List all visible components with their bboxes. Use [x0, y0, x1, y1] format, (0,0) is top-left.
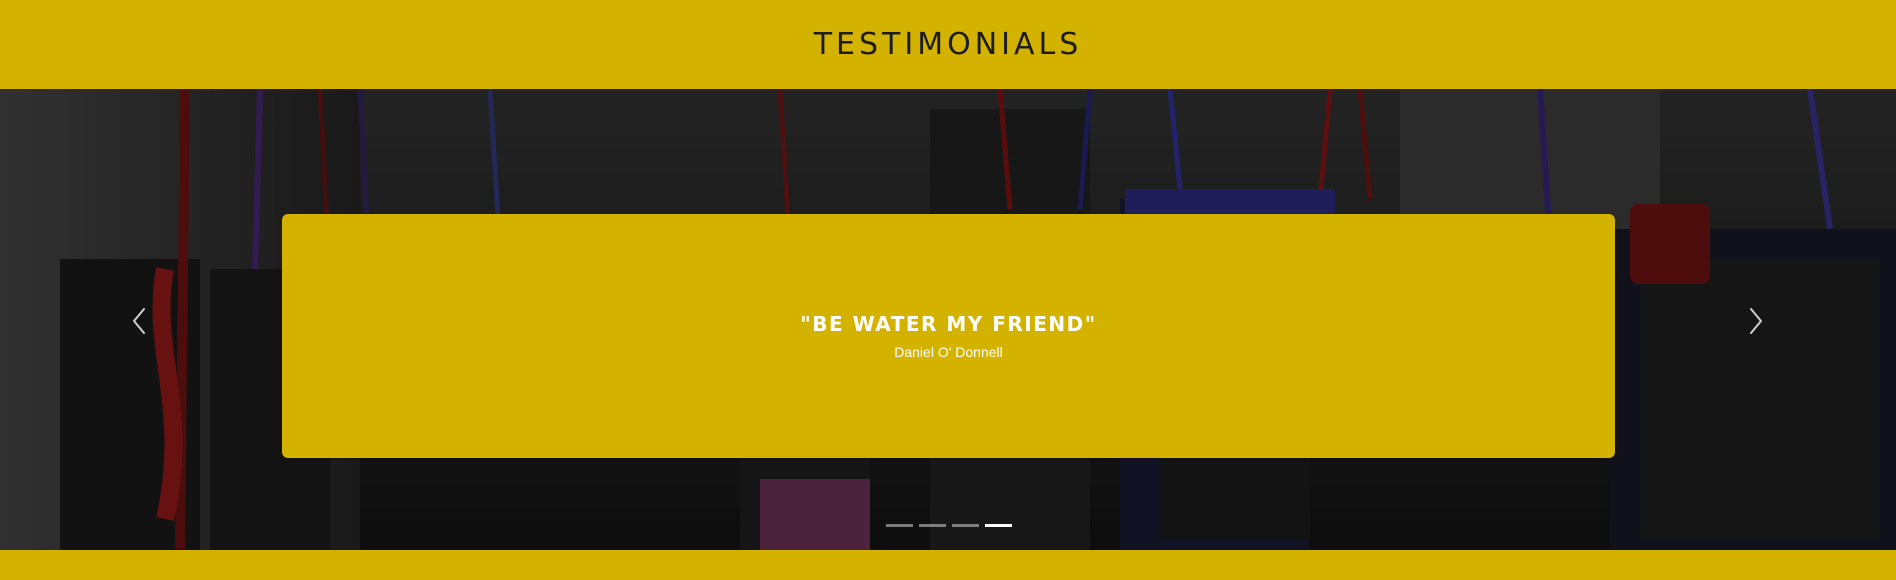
testimonial-card: "BE WATER MY FRIEND" Daniel O' Donnell [282, 214, 1615, 458]
slide-indicator-2[interactable] [919, 524, 946, 527]
slide-indicator-1[interactable] [886, 524, 913, 527]
slide-indicator-3[interactable] [952, 524, 979, 527]
section-header: TESTIMONIALS [0, 0, 1896, 89]
previous-slide-button[interactable] [122, 294, 156, 348]
slide-indicator-4[interactable] [985, 524, 1012, 527]
slide-indicators [886, 524, 1012, 527]
next-slide-button[interactable] [1739, 294, 1773, 348]
chevron-left-icon [133, 308, 145, 334]
footer-band [0, 550, 1896, 580]
chevron-right-icon [1750, 308, 1762, 334]
testimonial-slider: "BE WATER MY FRIEND" Daniel O' Donnell [0, 89, 1896, 550]
testimonials-page: TESTIMONIALS "BE WATER MY FRIEND" Daniel… [0, 0, 1896, 580]
testimonial-author: Daniel O' Donnell [894, 344, 1003, 360]
testimonial-quote: "BE WATER MY FRIEND" [800, 312, 1097, 336]
section-title: TESTIMONIALS [813, 27, 1083, 62]
